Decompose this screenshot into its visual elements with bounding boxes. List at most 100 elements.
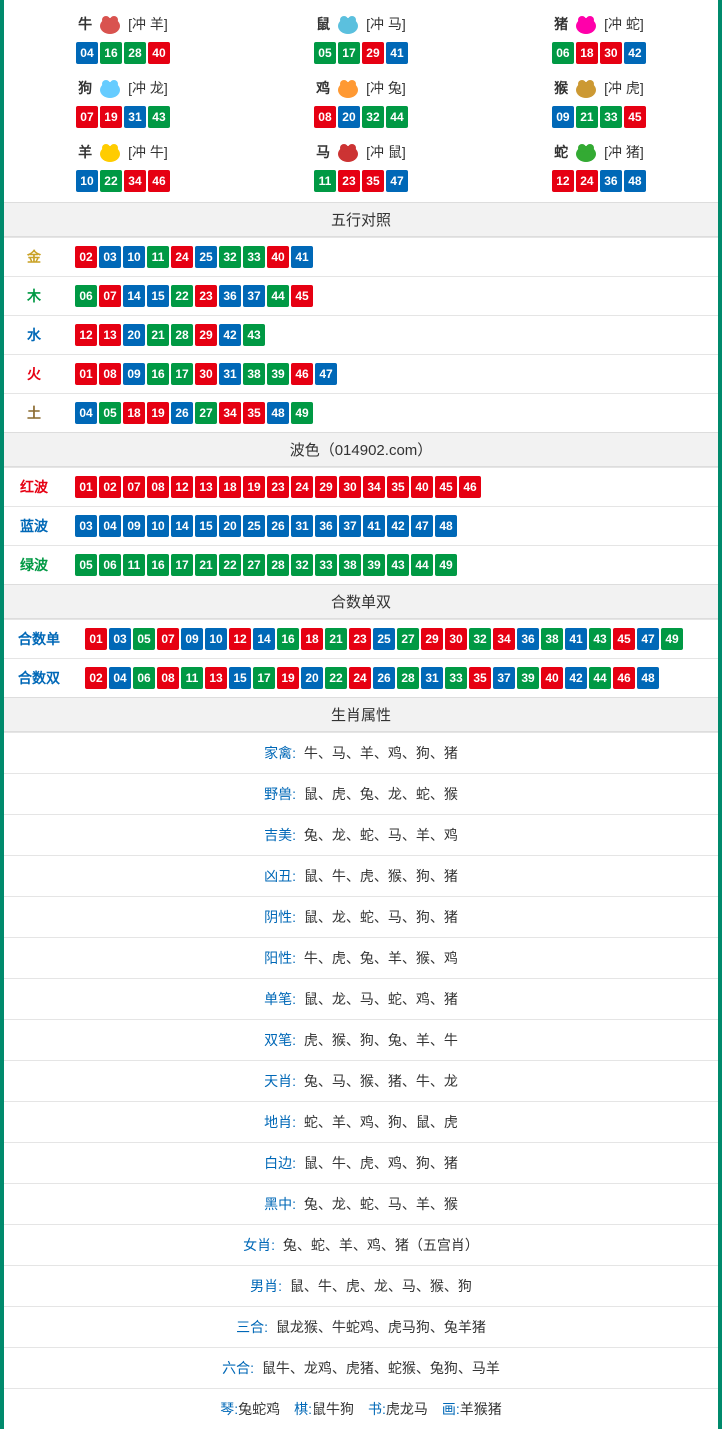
zodiac-name: 鸡 [316, 78, 330, 98]
number-chip: 27 [243, 554, 265, 576]
number-chip: 24 [291, 476, 313, 498]
number-chip: 04 [76, 42, 98, 64]
number-chip: 01 [85, 628, 107, 650]
number-chip: 33 [243, 246, 265, 268]
zodiac-cell: 狗[冲 龙]07193143 [4, 69, 242, 133]
attr-value: 鼠、龙、蛇、马、狗、猪 [300, 909, 458, 925]
table-row: 木06071415222336374445 [4, 277, 718, 316]
attr-value: 兔、蛇、羊、鸡、猪（五宫肖） [279, 1237, 479, 1253]
number-chip: 46 [613, 667, 635, 689]
zodiac-cell: 蛇[冲 猪]12243648 [480, 133, 718, 197]
number-chip: 48 [624, 170, 646, 192]
row-label: 合数单 [4, 620, 74, 659]
number-chip: 35 [469, 667, 491, 689]
attr-value: 鼠、牛、虎、鸡、狗、猪 [300, 1155, 458, 1171]
four-value: 虎龙马 [386, 1401, 428, 1417]
number-chip: 09 [181, 628, 203, 650]
attr-value: 鼠龙猴、牛蛇鸡、虎马狗、兔羊猪 [272, 1319, 486, 1335]
number-chip: 29 [195, 324, 217, 346]
number-chip: 13 [195, 476, 217, 498]
zodiac-numbers: 05172941 [242, 42, 480, 64]
separator [428, 1401, 442, 1417]
table-row: 土04051819262734354849 [4, 394, 718, 433]
row-label: 土 [4, 394, 64, 433]
number-chip: 16 [100, 42, 122, 64]
number-chip: 02 [75, 246, 97, 268]
number-chip: 46 [148, 170, 170, 192]
number-chip: 45 [613, 628, 635, 650]
number-chip: 49 [435, 554, 457, 576]
table-row: 蓝波03040910141520252631363741424748 [4, 507, 718, 546]
attr-row: 白边: 鼠、牛、虎、鸡、狗、猪 [4, 1142, 718, 1183]
row-label: 合数双 [4, 659, 74, 698]
attr-label: 地肖: [264, 1114, 296, 1130]
number-chip: 26 [267, 515, 289, 537]
zodiac-grid: 牛[冲 羊]04162840鼠[冲 马]05172941猪[冲 蛇]061830… [4, 0, 718, 202]
number-chip: 13 [99, 324, 121, 346]
number-chip: 40 [411, 476, 433, 498]
zodiac-animal-icon [570, 140, 602, 164]
zodiac-conflict: [冲 虎] [604, 78, 644, 98]
zodiac-name: 狗 [78, 78, 92, 98]
attr-value: 鼠牛、龙鸡、虎猪、蛇猴、兔狗、马羊 [258, 1360, 500, 1376]
attr-row: 男肖: 鼠、牛、虎、龙、马、猴、狗 [4, 1265, 718, 1306]
number-chip: 49 [661, 628, 683, 650]
attr-label: 白边: [264, 1155, 296, 1171]
number-chip: 26 [373, 667, 395, 689]
table-row: 火0108091617303138394647 [4, 355, 718, 394]
number-chip: 39 [267, 363, 289, 385]
number-chip: 03 [109, 628, 131, 650]
row-numbers: 06071415222336374445 [64, 277, 718, 316]
number-chip: 03 [75, 515, 97, 537]
number-chip: 01 [75, 363, 97, 385]
number-chip: 15 [229, 667, 251, 689]
number-chip: 40 [148, 42, 170, 64]
row-numbers: 0103050709101214161821232527293032343638… [74, 620, 718, 659]
zodiac-cell: 猪[冲 蛇]06183042 [480, 5, 718, 69]
number-chip: 22 [100, 170, 122, 192]
number-chip: 10 [147, 515, 169, 537]
number-chip: 14 [253, 628, 275, 650]
zodiac-numbers: 12243648 [480, 170, 718, 192]
wuxing-table: 金02031011242532334041木060714152223363744… [4, 237, 718, 432]
number-chip: 02 [99, 476, 121, 498]
number-chip: 11 [314, 170, 336, 192]
zodiac-numbers: 10223446 [4, 170, 242, 192]
attrs-container: 家禽: 牛、马、羊、鸡、狗、猪野兽: 鼠、虎、兔、龙、蛇、猴吉美: 兔、龙、蛇、… [4, 732, 718, 1388]
number-chip: 32 [469, 628, 491, 650]
number-chip: 06 [99, 554, 121, 576]
number-chip: 19 [100, 106, 122, 128]
number-chip: 42 [219, 324, 241, 346]
number-chip: 04 [109, 667, 131, 689]
zodiac-conflict: [冲 蛇] [604, 14, 644, 34]
number-chip: 28 [124, 42, 146, 64]
number-chip: 47 [386, 170, 408, 192]
number-chip: 43 [589, 628, 611, 650]
number-chip: 30 [195, 363, 217, 385]
zodiac-numbers: 04162840 [4, 42, 242, 64]
attr-value: 蛇、羊、鸡、狗、鼠、虎 [300, 1114, 458, 1130]
number-chip: 42 [565, 667, 587, 689]
attr-row: 六合: 鼠牛、龙鸡、虎猪、蛇猴、兔狗、马羊 [4, 1347, 718, 1388]
row-numbers: 1213202128294243 [64, 316, 718, 355]
number-chip: 31 [124, 106, 146, 128]
row-numbers: 0204060811131517192022242628313335373940… [74, 659, 718, 698]
number-chip: 22 [325, 667, 347, 689]
number-chip: 44 [267, 285, 289, 307]
number-chip: 30 [600, 42, 622, 64]
number-chip: 18 [301, 628, 323, 650]
number-chip: 43 [148, 106, 170, 128]
number-chip: 23 [349, 628, 371, 650]
number-chip: 38 [243, 363, 265, 385]
row-numbers: 04051819262734354849 [64, 394, 718, 433]
number-chip: 37 [493, 667, 515, 689]
number-chip: 31 [421, 667, 443, 689]
number-chip: 16 [147, 363, 169, 385]
number-chip: 16 [277, 628, 299, 650]
number-chip: 23 [267, 476, 289, 498]
number-chip: 20 [219, 515, 241, 537]
four-label: 琴: [220, 1401, 238, 1417]
number-chip: 30 [339, 476, 361, 498]
number-chip: 36 [219, 285, 241, 307]
number-chip: 20 [123, 324, 145, 346]
